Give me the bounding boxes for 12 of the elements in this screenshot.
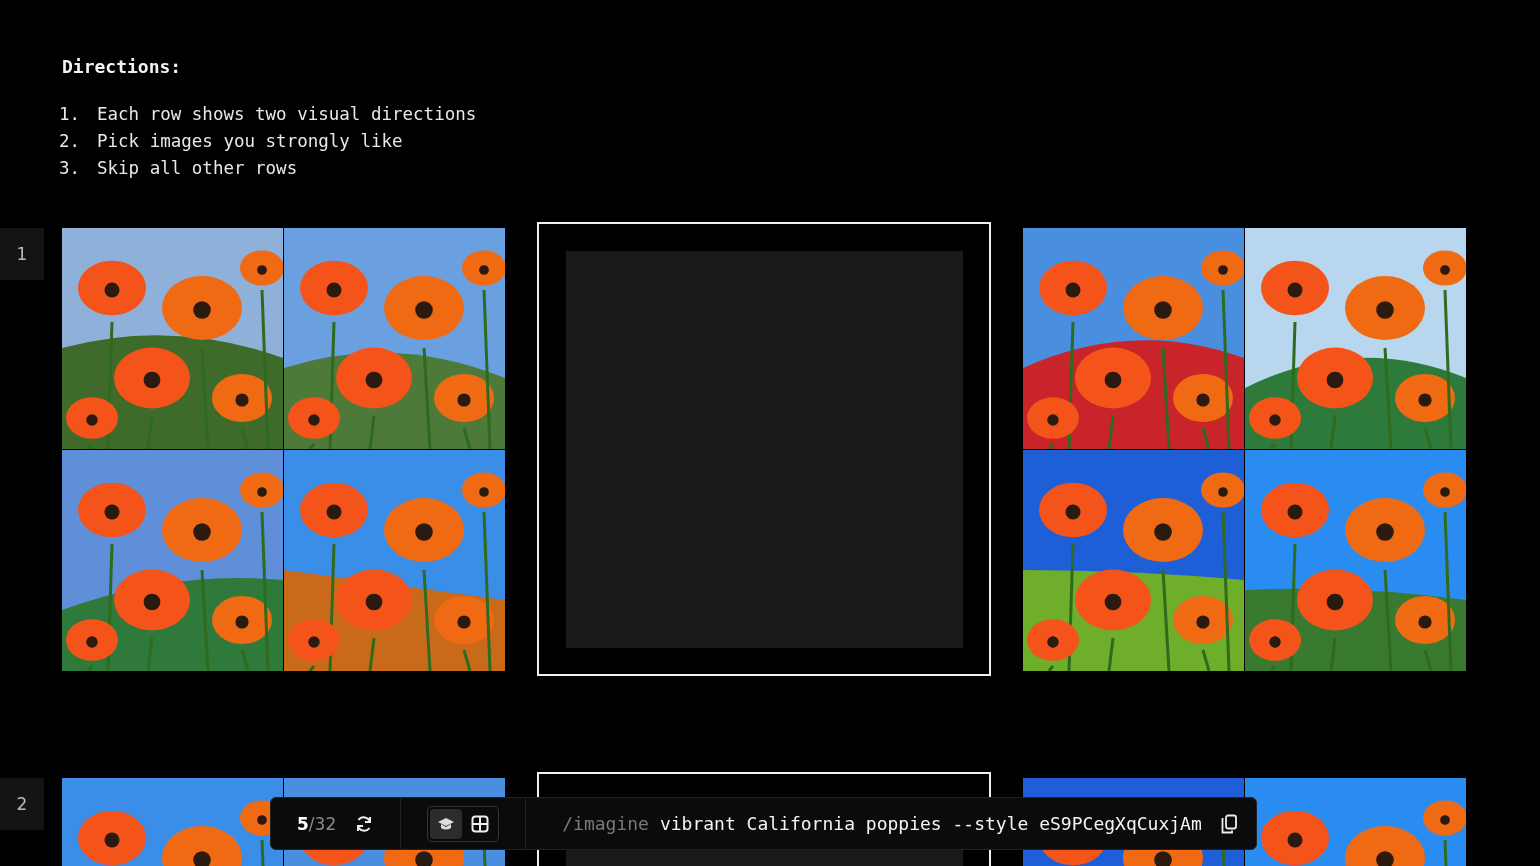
row-number: 2	[0, 778, 44, 830]
prompt-text: vibrant California poppies --style eS9PCegXqCuxjAm	[659, 813, 1202, 834]
directions-heading: Directions:	[62, 56, 183, 77]
step-number: 2.	[59, 130, 82, 153]
page-counter: 5/32	[297, 813, 337, 834]
step-text: Each row shows two visual directions	[97, 103, 477, 126]
step-text: Skip all other rows	[97, 157, 298, 180]
step-number: 1.	[59, 103, 82, 126]
step-text: Pick images you strongly like	[97, 130, 403, 153]
command-text: /imagine	[562, 813, 649, 834]
step-number: 3.	[59, 157, 82, 180]
row-number: 1	[0, 228, 44, 280]
